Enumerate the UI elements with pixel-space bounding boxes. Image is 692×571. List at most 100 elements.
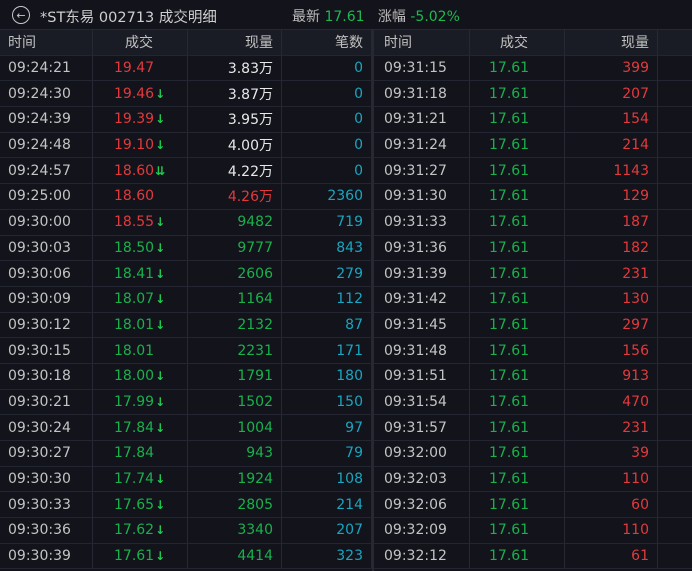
latest-value: 17.61 xyxy=(324,9,365,25)
table-row[interactable]: 09:32:00 17.61 39 xyxy=(374,441,692,467)
price-value: 17.62 xyxy=(114,522,155,539)
table-row[interactable]: 09:24:48 19.10 ↓ 4.00万 0 xyxy=(0,132,372,159)
trade-count: 0 xyxy=(282,81,372,107)
trade-time: 09:32:03 xyxy=(374,466,470,492)
table-row[interactable]: 09:30:09 18.07 ↓ 1164 112 xyxy=(0,286,372,313)
trade-volume: 3.87万 xyxy=(188,81,282,107)
trade-volume: 129 xyxy=(565,184,658,209)
table-row[interactable]: 09:30:03 18.50 ↓ 9777 843 xyxy=(0,235,372,262)
trade-price: 17.61 xyxy=(470,492,565,518)
trade-count: 108 xyxy=(282,466,372,492)
table-row[interactable]: 09:31:36 17.61 182 xyxy=(374,235,692,262)
col-volume[interactable]: 现量 xyxy=(565,30,658,55)
table-row[interactable]: 09:32:03 17.61 110 xyxy=(374,466,692,493)
table-row[interactable]: 09:30:36 17.62 ↓ 3340 207 xyxy=(0,518,372,544)
trade-time: 09:30:27 xyxy=(0,441,93,466)
table-row[interactable]: 09:30:15 18.01 2231 171 xyxy=(0,338,372,364)
trade-time: 09:31:30 xyxy=(374,184,470,209)
price-value: 17.84 xyxy=(114,445,155,462)
trade-price: 17.74 ↓ xyxy=(93,466,188,492)
trade-volume: 1164 xyxy=(188,286,282,312)
down-arrow-icon: ↓ xyxy=(155,240,166,255)
table-row[interactable]: 09:31:54 17.61 470 xyxy=(374,389,692,416)
table-row[interactable]: 09:30:06 18.41 ↓ 2606 279 xyxy=(0,261,372,287)
trade-price: 17.99 ↓ xyxy=(93,389,188,415)
empty-cell xyxy=(658,364,692,389)
trade-volume: 3340 xyxy=(188,518,282,543)
col-time[interactable]: 时间 xyxy=(374,30,470,55)
trade-price: 17.61 xyxy=(470,543,565,569)
table-row[interactable]: 09:24:21 19.47 3.83万 0 xyxy=(0,55,372,82)
trade-time: 09:30:09 xyxy=(0,286,93,312)
empty-cell xyxy=(658,390,692,415)
table-row[interactable]: 09:31:42 17.61 130 xyxy=(374,286,692,313)
down-arrow-icon: ↓ xyxy=(155,394,166,409)
table-row[interactable]: 09:31:57 17.61 231 xyxy=(374,415,692,441)
trade-price: 18.55 ↓ xyxy=(93,209,188,235)
table-row[interactable]: 09:31:45 17.61 297 xyxy=(374,312,692,339)
change-value: -5.02% xyxy=(410,9,460,25)
col-volume[interactable]: 现量 xyxy=(188,30,282,55)
table-row[interactable]: 09:31:15 17.61 399 xyxy=(374,55,692,82)
trade-time: 09:30:33 xyxy=(0,492,93,518)
table-row[interactable]: 09:30:33 17.65 ↓ 2805 214 xyxy=(0,492,372,519)
price-value: 19.10 xyxy=(114,137,155,154)
table-row[interactable]: 09:30:12 18.01 ↓ 2132 87 xyxy=(0,312,372,339)
col-price[interactable]: 成交 xyxy=(470,30,565,55)
trade-time: 09:31:18 xyxy=(374,81,470,107)
price-value: 18.01 xyxy=(114,316,155,333)
table-row[interactable]: 09:31:39 17.61 231 xyxy=(374,261,692,287)
table-row[interactable]: 09:30:24 17.84 ↓ 1004 97 xyxy=(0,415,372,441)
table-header: 时间 成交 现量 笔数 xyxy=(0,30,372,56)
trade-time: 09:32:12 xyxy=(374,543,470,569)
table-row[interactable]: 09:24:57 18.60 ⇊ 4.22万 0 xyxy=(0,158,372,185)
table-row[interactable]: 09:32:09 17.61 110 xyxy=(374,518,692,544)
trade-volume: 61 xyxy=(565,543,658,569)
trade-price: 18.07 ↓ xyxy=(93,286,188,312)
table-row[interactable]: 09:31:30 17.61 129 xyxy=(374,184,692,210)
trade-price: 17.61 xyxy=(470,441,565,466)
price-value: 19.39 xyxy=(114,111,155,128)
trade-price: 18.50 ↓ xyxy=(93,235,188,261)
col-time[interactable]: 时间 xyxy=(0,30,93,55)
table-row[interactable]: 09:30:30 17.74 ↓ 1924 108 xyxy=(0,466,372,493)
table-row[interactable]: 09:30:18 18.00 ↓ 1791 180 xyxy=(0,363,372,390)
col-count[interactable]: 笔数 xyxy=(282,30,372,55)
trade-price: 17.61 xyxy=(470,132,565,158)
down-arrow-icon: ↓ xyxy=(155,420,166,435)
table-row[interactable]: 09:31:24 17.61 214 xyxy=(374,132,692,159)
table-row[interactable]: 09:31:27 17.61 1143 xyxy=(374,158,692,185)
table-row[interactable]: 09:31:18 17.61 207 xyxy=(374,81,692,108)
empty-cell xyxy=(658,518,692,543)
trade-count: 323 xyxy=(282,543,372,569)
table-row[interactable]: 09:32:12 17.61 61 xyxy=(374,543,692,570)
trade-time: 09:24:21 xyxy=(0,55,93,81)
table-row[interactable]: 09:31:51 17.61 913 xyxy=(374,363,692,390)
table-row[interactable]: 09:24:30 19.46 ↓ 3.87万 0 xyxy=(0,81,372,108)
table-row[interactable]: 09:25:00 18.60 4.26万 2360 xyxy=(0,184,372,210)
table-row[interactable]: 09:24:39 19.39 ↓ 3.95万 0 xyxy=(0,107,372,133)
table-row[interactable]: 09:31:21 17.61 154 xyxy=(374,107,692,133)
trade-time: 09:25:00 xyxy=(0,184,93,209)
trade-volume: 2606 xyxy=(188,261,282,286)
col-empty xyxy=(658,30,692,55)
table-row[interactable]: 09:31:48 17.61 156 xyxy=(374,338,692,364)
table-row[interactable]: 09:30:27 17.84 943 79 xyxy=(0,441,372,467)
table-row[interactable]: 09:30:21 17.99 ↓ 1502 150 xyxy=(0,389,372,416)
trade-count: 0 xyxy=(282,158,372,184)
table-row[interactable]: 09:30:39 17.61 ↓ 4414 323 xyxy=(0,543,372,570)
change-label: 涨幅 xyxy=(377,9,406,25)
trade-time: 09:31:27 xyxy=(374,158,470,184)
trade-price: 19.47 xyxy=(93,55,188,81)
trade-price: 17.61 xyxy=(470,286,565,312)
col-price[interactable]: 成交 xyxy=(93,30,188,55)
table-row[interactable]: 09:31:33 17.61 187 xyxy=(374,209,692,236)
trade-price: 18.01 ↓ xyxy=(93,312,188,338)
empty-cell xyxy=(658,441,692,466)
trade-time: 09:32:00 xyxy=(374,441,470,466)
table-row[interactable]: 09:32:06 17.61 60 xyxy=(374,492,692,519)
trade-volume: 231 xyxy=(565,415,658,440)
trade-count: 79 xyxy=(282,441,372,466)
table-row[interactable]: 09:30:00 18.55 ↓ 9482 719 xyxy=(0,209,372,236)
back-circle-icon[interactable]: ← xyxy=(12,6,30,24)
